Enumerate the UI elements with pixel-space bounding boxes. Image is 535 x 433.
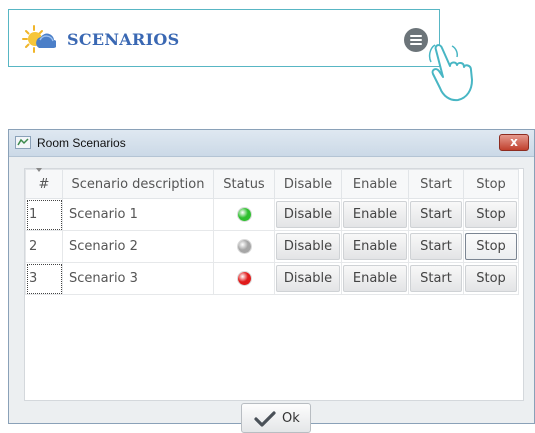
status-led-icon: [237, 240, 251, 253]
app-icon: [15, 136, 31, 149]
scenario-description[interactable]: Scenario 1: [62, 198, 214, 231]
scenarios-table: # Scenario description Status Disable En…: [24, 168, 524, 401]
table-row[interactable]: 2 Scenario 2 Disable Enable Start Stop: [25, 230, 519, 263]
status-cell: [213, 262, 275, 295]
column-header-number[interactable]: #: [25, 169, 63, 199]
hand-pointer-icon: [428, 44, 473, 102]
dialog-body: # Scenario description Status Disable En…: [9, 157, 534, 433]
status-cell: [213, 230, 275, 263]
scenarios-widget: SCENARIOS: [8, 9, 440, 67]
sun-cloud-icon: [22, 25, 56, 53]
row-number[interactable]: 1: [25, 198, 63, 231]
dialog-titlebar[interactable]: Room Scenarios x: [9, 130, 534, 157]
stop-button[interactable]: Stop: [465, 201, 517, 228]
row-number[interactable]: 2: [25, 230, 63, 263]
table-row[interactable]: 1 Scenario 1 Disable Enable Start Stop: [25, 198, 519, 231]
scenario-description[interactable]: Scenario 2: [62, 230, 214, 263]
checkmark-icon: [254, 411, 276, 427]
status-led-icon: [237, 272, 251, 285]
column-header-description[interactable]: Scenario description: [62, 169, 214, 199]
room-scenarios-dialog: Room Scenarios x # Scenario description …: [8, 129, 535, 433]
ok-button[interactable]: Ok: [241, 403, 311, 433]
table-header: # Scenario description Status Disable En…: [25, 169, 519, 199]
stop-button[interactable]: Stop: [465, 233, 517, 260]
status-cell: [213, 198, 275, 231]
start-button[interactable]: Start: [410, 265, 462, 292]
disable-button[interactable]: Disable: [276, 265, 340, 292]
disable-button[interactable]: Disable: [276, 233, 340, 260]
dialog-title: Room Scenarios: [37, 136, 126, 150]
widget-title: SCENARIOS: [67, 30, 180, 49]
status-led-icon: [237, 208, 251, 221]
disable-button[interactable]: Disable: [276, 201, 340, 228]
close-button[interactable]: x: [499, 134, 529, 151]
column-header-start[interactable]: Start: [408, 169, 464, 199]
enable-button[interactable]: Enable: [343, 233, 407, 260]
column-header-status[interactable]: Status: [213, 169, 275, 199]
column-header-disable[interactable]: Disable: [274, 169, 342, 199]
column-header-enable[interactable]: Enable: [341, 169, 409, 199]
stop-button[interactable]: Stop: [465, 265, 517, 292]
enable-button[interactable]: Enable: [343, 201, 407, 228]
menu-button[interactable]: [404, 28, 428, 52]
table-row[interactable]: 3 Scenario 3 Disable Enable Start Stop: [25, 262, 519, 295]
row-number[interactable]: 3: [25, 262, 63, 295]
scenario-description[interactable]: Scenario 3: [62, 262, 214, 295]
close-icon: x: [510, 135, 518, 149]
start-button[interactable]: Start: [410, 233, 462, 260]
column-header-stop[interactable]: Stop: [463, 169, 519, 199]
enable-button[interactable]: Enable: [343, 265, 407, 292]
start-button[interactable]: Start: [410, 201, 462, 228]
